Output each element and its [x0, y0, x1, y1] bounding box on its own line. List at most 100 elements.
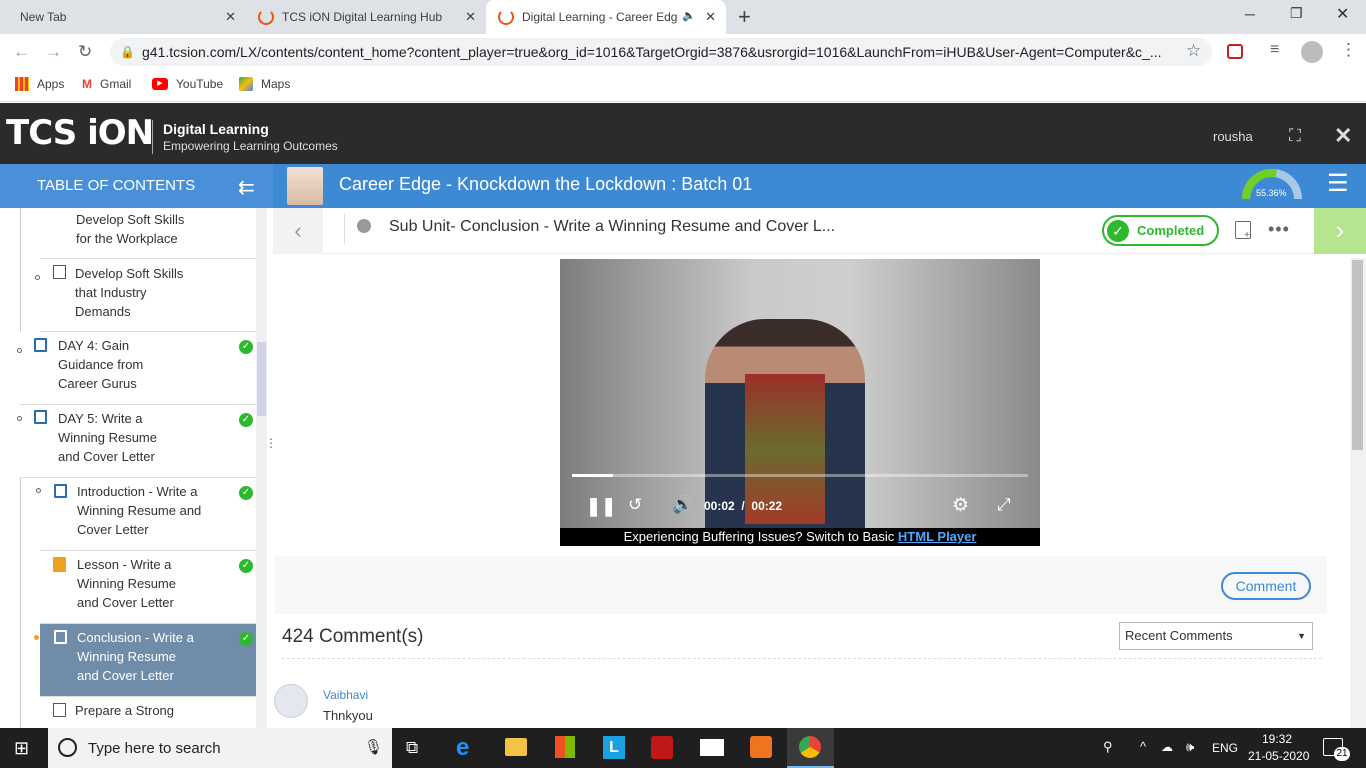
media-queue-icon[interactable]: ≡	[1270, 41, 1279, 59]
close-icon[interactable]: ✕	[465, 9, 476, 25]
app-close-icon[interactable]: ✕	[1334, 123, 1352, 149]
fullscreen-icon[interactable]: ⛶	[1289, 126, 1301, 146]
reload-icon[interactable]: ↻	[78, 42, 92, 62]
comment-sort-select[interactable]: Recent Comments ▼	[1119, 622, 1313, 650]
onedrive-icon[interactable]: ☁	[1161, 740, 1173, 754]
youtube-icon: ▶	[152, 78, 168, 90]
mcafee-icon[interactable]	[651, 736, 673, 759]
sidebar-scrollbar[interactable]	[256, 208, 267, 728]
close-icon[interactable]: ✕	[225, 9, 236, 25]
toc-item-lesson[interactable]: Lesson - Write a Winning Resume and Cove…	[40, 551, 256, 624]
next-arrow-button[interactable]: ›	[1314, 208, 1366, 254]
apps-grid-icon	[15, 77, 29, 91]
collapse-toc-icon[interactable]: ⇇	[238, 175, 255, 200]
windows-start-icon[interactable]: ⊞	[14, 738, 29, 759]
resize-handle-icon[interactable]: ⋮	[265, 437, 277, 449]
completed-check-icon: ✓	[239, 340, 253, 354]
toc-item-day5[interactable]: DAY 5: Write a Winning Resume and Cover …	[17, 405, 256, 478]
language-indicator[interactable]: ENG	[1212, 741, 1238, 755]
notifications-icon[interactable]: 21	[1323, 738, 1350, 761]
volume-tray-icon[interactable]: 🕪	[1186, 739, 1194, 755]
file-explorer-icon[interactable]	[505, 738, 527, 756]
profile-avatar[interactable]	[1301, 41, 1323, 63]
store-icon[interactable]	[555, 736, 575, 758]
tab-new-tab[interactable]: New Tab ✕	[0, 0, 246, 34]
course-thumbnail	[287, 167, 323, 205]
tcs-ion-logo: TCS iON	[6, 113, 154, 153]
edge-icon[interactable]: e	[456, 734, 469, 762]
toc-item[interactable]: Develop Soft Skills for the Workplace	[40, 208, 256, 259]
buffering-banner: Experiencing Buffering Issues? Switch to…	[560, 528, 1040, 546]
bookmark-gmail[interactable]: M Gmail	[82, 77, 131, 91]
comment-button[interactable]: Comment	[1221, 572, 1311, 600]
bookmark-label: Apps	[37, 77, 65, 91]
chrome-taskbar-button[interactable]	[787, 728, 834, 768]
page-scrollbar[interactable]	[1350, 258, 1366, 728]
clock-date[interactable]: 21-05-2020	[1248, 749, 1309, 763]
bookmark-apps[interactable]: Apps	[15, 77, 64, 91]
sidebar-scrollbar-thumb[interactable]	[257, 342, 266, 416]
toc-item-label: Develop Soft Skills that Industry Demand…	[75, 266, 184, 319]
completed-badge[interactable]: ✓ Completed	[1102, 215, 1219, 246]
buffering-text: Experiencing Buffering Issues? Switch to…	[623, 529, 895, 544]
forward-arrow-icon[interactable]: →	[45, 42, 62, 62]
toc-item-label: Prepare a Strong	[75, 703, 175, 718]
extension-icon[interactable]	[1227, 44, 1243, 59]
speaker-icon: 🔈	[682, 10, 696, 22]
bookmark-star-icon[interactable]: ☆	[1186, 41, 1201, 61]
comment-avatar	[274, 684, 308, 718]
more-options-icon[interactable]: •••	[1268, 219, 1290, 240]
mail-icon[interactable]	[700, 739, 724, 756]
add-note-icon[interactable]: +	[1235, 221, 1251, 241]
video-seek-bar[interactable]	[572, 474, 1028, 477]
close-icon[interactable]: ✕	[705, 9, 716, 25]
hamburger-menu-icon[interactable]: ☰	[1327, 172, 1349, 196]
current-time: 00:02	[704, 499, 735, 513]
toc-item-introduction[interactable]: Introduction - Write a Winning Resume an…	[36, 478, 256, 551]
page-scrollbar-thumb[interactable]	[1352, 260, 1363, 450]
task-view-icon[interactable]: ⧉	[406, 738, 418, 758]
back-arrow-icon[interactable]: ←	[13, 42, 30, 62]
divider	[282, 658, 1322, 659]
tab-tcs-ion-hub[interactable]: TCS iON Digital Learning Hub ✕	[246, 0, 486, 34]
toc-item-day4[interactable]: DAY 4: Gain Guidance from Career Gurus ✓	[17, 332, 256, 405]
comment-author[interactable]: Vaibhavi	[323, 688, 368, 702]
chrome-icon	[799, 736, 821, 758]
app-l-icon[interactable]: L	[603, 736, 625, 759]
notification-count: 21	[1334, 747, 1350, 761]
microphone-icon[interactable]: 🎙	[364, 738, 383, 756]
chrome-menu-icon[interactable]: ⋮	[1340, 40, 1357, 60]
restore-icon[interactable]: ❐	[1290, 5, 1303, 22]
address-bar[interactable]: 🔒 g41.tcsion.com/LX/contents/content_hom…	[110, 38, 1212, 66]
people-icon[interactable]: ⚲	[1103, 739, 1113, 755]
toc-item[interactable]: Develop Soft Skills that Industry Demand…	[35, 259, 256, 332]
active-bullet	[34, 635, 39, 640]
bookmark-maps[interactable]: Maps	[239, 77, 290, 91]
toc-item-conclusion-active[interactable]: Conclusion - Write a Winning Resume and …	[34, 624, 256, 697]
clock-time[interactable]: 19:32	[1262, 732, 1292, 746]
completed-check-icon: ✓	[239, 632, 253, 646]
html-player-link[interactable]: HTML Player	[898, 529, 977, 544]
minimize-icon[interactable]: ─	[1245, 6, 1255, 22]
volume-icon[interactable]: 🔊	[672, 495, 693, 515]
xampp-icon[interactable]	[750, 736, 772, 758]
rewind-10-icon[interactable]: ↺	[628, 495, 642, 515]
settings-gear-icon[interactable]: ⚙	[952, 494, 969, 517]
bookmark-youtube[interactable]: ▶ YouTube	[152, 77, 223, 91]
completed-check-icon: ✓	[239, 559, 253, 573]
video-fullscreen-icon[interactable]: ⤢	[997, 495, 1011, 515]
window-close-icon[interactable]: ✕	[1336, 4, 1349, 24]
chevron-up-icon[interactable]: ^	[1140, 739, 1146, 754]
video-player[interactable]: ❚❚ ↺ 🔊 00:02 / 00:22 ⚙ ⤢ Experiencing Bu…	[560, 259, 1040, 546]
document-icon	[34, 410, 47, 424]
tree-bullet	[35, 275, 40, 280]
new-tab-plus-icon[interactable]: +	[738, 4, 751, 30]
tcs-favicon-icon	[258, 9, 274, 25]
prev-arrow-button[interactable]: ‹	[273, 208, 323, 254]
taskbar-search[interactable]: Type here to search 🎙	[48, 728, 392, 768]
pause-icon[interactable]: ❚❚	[586, 496, 616, 517]
bookmark-label: Maps	[261, 77, 291, 91]
list-doc-icon	[53, 265, 66, 279]
tab-digital-learning[interactable]: Digital Learning - Career Edg 🔈 ✕	[486, 0, 726, 34]
toc-item[interactable]: Prepare a Strong	[40, 697, 256, 728]
